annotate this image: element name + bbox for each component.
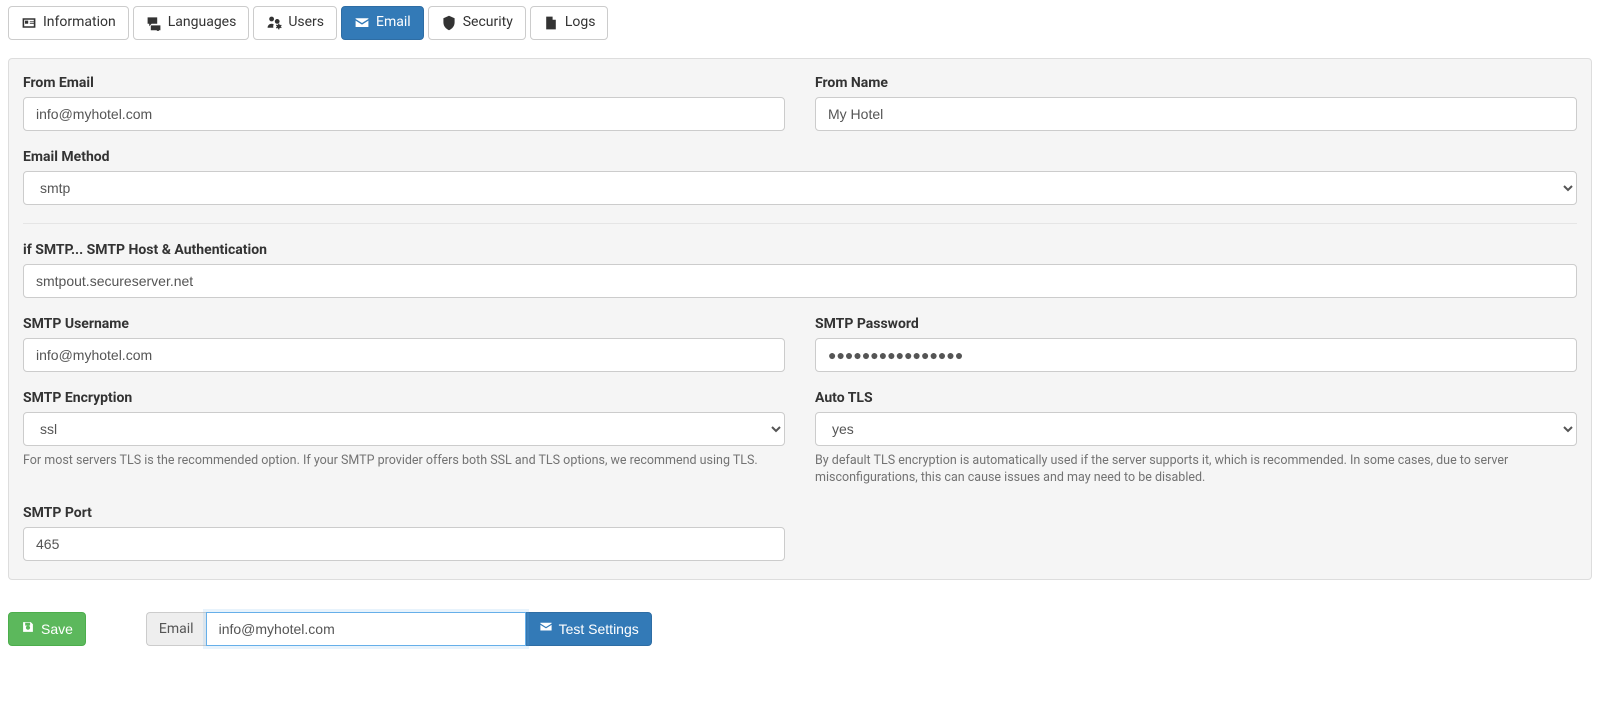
email-method-label: Email Method: [23, 149, 1577, 165]
smtp-username-input[interactable]: [23, 338, 785, 372]
file-icon: [543, 15, 559, 31]
envelope-open-icon: [539, 619, 553, 639]
envelope-open-icon: [354, 15, 370, 31]
tab-information[interactable]: Information: [8, 6, 129, 40]
tab-label: Users: [288, 13, 324, 33]
smtp-port-label: SMTP Port: [23, 505, 785, 521]
id-card-icon: [21, 15, 37, 31]
from-email-input[interactable]: [23, 97, 785, 131]
smtp-port-input[interactable]: [23, 527, 785, 561]
smtp-host-label: if SMTP... SMTP Host & Authentication: [23, 242, 1577, 258]
smtp-encryption-select[interactable]: ssl: [23, 412, 785, 446]
tab-label: Languages: [168, 13, 237, 33]
test-email-input[interactable]: [206, 612, 526, 646]
email-settings-panel: From Email From Name Email Method smtp i…: [8, 58, 1592, 580]
test-settings-button[interactable]: Test Settings: [526, 612, 652, 646]
save-button[interactable]: Save: [8, 612, 86, 646]
auto-tls-select[interactable]: yes: [815, 412, 1577, 446]
auto-tls-help: By default TLS encryption is automatical…: [815, 452, 1577, 487]
footer-bar: Save Email Test Settings: [8, 612, 1592, 646]
divider: [23, 223, 1577, 224]
settings-tabs: Information Languages Users Email Securi…: [8, 6, 1592, 40]
smtp-encryption-help: For most servers TLS is the recommended …: [23, 452, 785, 470]
test-settings-label: Test Settings: [559, 619, 639, 639]
tab-security[interactable]: Security: [428, 6, 526, 40]
test-email-group: Email Test Settings: [146, 612, 652, 646]
smtp-host-input[interactable]: [23, 264, 1577, 298]
from-email-label: From Email: [23, 75, 785, 91]
email-method-select[interactable]: smtp: [23, 171, 1577, 205]
tab-email[interactable]: Email: [341, 6, 424, 40]
smtp-username-label: SMTP Username: [23, 316, 785, 332]
from-name-label: From Name: [815, 75, 1577, 91]
smtp-password-label: SMTP Password: [815, 316, 1577, 332]
test-email-addon: Email: [146, 612, 206, 646]
users-cog-icon: [266, 15, 282, 31]
from-name-input[interactable]: [815, 97, 1577, 131]
save-icon: [21, 619, 35, 639]
smtp-password-input[interactable]: [815, 338, 1577, 372]
tab-label: Email: [376, 13, 411, 33]
tab-label: Information: [43, 13, 116, 33]
save-button-label: Save: [41, 619, 73, 639]
tab-users[interactable]: Users: [253, 6, 337, 40]
tab-languages[interactable]: Languages: [133, 6, 250, 40]
comments-icon: [146, 15, 162, 31]
smtp-encryption-label: SMTP Encryption: [23, 390, 785, 406]
shield-icon: [441, 15, 457, 31]
tab-logs[interactable]: Logs: [530, 6, 609, 40]
tab-label: Logs: [565, 13, 596, 33]
tab-label: Security: [463, 13, 513, 33]
auto-tls-label: Auto TLS: [815, 390, 1577, 406]
